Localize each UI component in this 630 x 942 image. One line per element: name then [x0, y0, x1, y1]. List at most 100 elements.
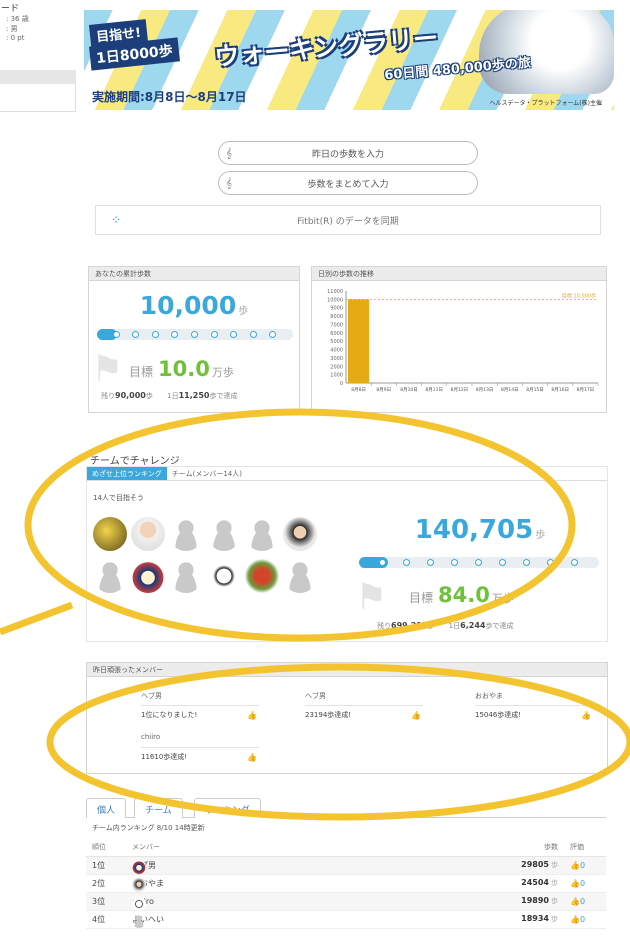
goal-value: 84.0 [438, 583, 490, 607]
banner-period: 実施期間:8月8日〜8月17日 [92, 90, 247, 104]
progress-milestone [379, 559, 386, 566]
table-row: 1位ヘブ男29805歩👍0 [86, 856, 606, 875]
member-cell: ヘブ男 [126, 856, 318, 875]
ranking-caption: チーム内ランキング 8/10 14時更新 [92, 824, 205, 832]
avatar[interactable] [131, 559, 165, 593]
rating-cell[interactable]: 👍0 [564, 874, 606, 893]
daily-steps-chart: 1100010000900080007000600050004000300020… [327, 289, 599, 393]
goal-unit: 万歩 [491, 592, 514, 605]
enter-bulk-steps-button[interactable]: 𝄞 歩数をまとめて入力 [218, 171, 478, 195]
like-count: 0 [579, 878, 586, 888]
steps-cell: 24504 歩 [317, 874, 564, 893]
table-row: 3位chiiro19890歩👍0 [86, 892, 606, 911]
tab-ranking-view[interactable]: ランキング [194, 798, 261, 818]
personal-steps-title: あなたの累計歩数 [89, 267, 299, 281]
steps-unit: 歩 [551, 861, 558, 869]
sidebar-box [0, 84, 76, 112]
personal-progress-bar [97, 329, 293, 340]
like-icon[interactable]: 👍 [247, 711, 257, 720]
avatar[interactable] [169, 559, 203, 593]
walk-icon: 𝄞 [226, 147, 232, 159]
message-text: 11610歩達成! [141, 747, 259, 762]
steps-value: 24504 [521, 878, 549, 887]
personal-steps-panel: あなたの累計歩数 10,000 歩 ⚑ 目標 10.0 万歩 残り90,000歩 1日… [88, 266, 300, 413]
col-steps: 歩数 [317, 838, 564, 857]
flag-icon: ⚑ [91, 349, 124, 390]
rank-cell: 2位 [86, 874, 126, 893]
x-tick-label: 8月16日 [551, 387, 569, 393]
progress-milestone [427, 559, 434, 566]
like-icon[interactable]: 👍 [581, 711, 591, 720]
x-tick-label: 8月15日 [526, 387, 544, 393]
steps-value: 18934 [521, 914, 549, 923]
bar [348, 299, 370, 383]
avatar[interactable] [207, 517, 241, 551]
col-rank: 順位 [86, 838, 126, 857]
like-icon[interactable]: 👍 [247, 753, 257, 762]
avatar[interactable] [107, 691, 135, 719]
personal-steps-total: 10,000 歩 [89, 291, 299, 320]
message-card: chiiro 11610歩達成! 👍 [107, 733, 259, 775]
team-goal: 目標 84.0 万歩 [409, 583, 514, 607]
daily-steps-chart-panel: 日別の歩数の推移 11000 10000 9000 8000 7000 6000 5000 4… [311, 266, 607, 413]
steps-cell: 29805 歩 [317, 856, 564, 875]
y-tick-label: 1000 [330, 373, 343, 379]
avatar[interactable] [169, 517, 203, 551]
avatar[interactable] [93, 559, 127, 593]
member-cell: chiiro [126, 892, 318, 911]
avatar[interactable] [283, 559, 317, 593]
member-messages-panel: 昨日頑張ったメンバー ヘブ男 1位になりました! 👍 ヘブ男 23194歩達成!… [86, 662, 608, 774]
like-icon: 👍 [570, 860, 580, 870]
goal-label: 目標 [129, 365, 154, 379]
tab-team-members[interactable]: チーム(メンバー14人) [167, 467, 247, 480]
avatar[interactable] [207, 559, 241, 593]
progress-milestone [112, 331, 120, 338]
x-tick-label: 8月14日 [501, 387, 519, 393]
avatar[interactable] [441, 691, 469, 719]
avatar[interactable] [245, 559, 279, 593]
avatar[interactable] [132, 877, 146, 892]
like-icon: 👍 [570, 896, 580, 906]
y-tick-label: 5000 [330, 339, 343, 345]
message-author: ヘブ男 [305, 692, 326, 700]
shoe-image [479, 10, 614, 94]
avatar[interactable] [132, 859, 146, 874]
rating-cell[interactable]: 👍0 [564, 856, 606, 875]
like-count: 0 [579, 860, 586, 870]
avatar[interactable] [245, 517, 279, 551]
rank-cell: 4位 [86, 910, 126, 929]
y-tick-label: 11000 [327, 289, 343, 295]
avatar[interactable] [107, 733, 135, 761]
like-icon: 👍 [570, 878, 580, 888]
progress-milestone [571, 559, 578, 566]
progress-milestone [451, 559, 458, 566]
avatar[interactable] [93, 517, 127, 551]
progress-milestone [547, 559, 554, 566]
tab-personal[interactable]: 個人 [86, 798, 127, 818]
tab-ranking[interactable]: めざせ上位ランキング [87, 467, 167, 480]
progress-milestone [475, 559, 482, 566]
table-row: 4位 よいへい 18934 歩 👍0 [86, 910, 606, 929]
avatar[interactable] [271, 691, 299, 719]
avatar[interactable] [283, 517, 317, 551]
tab-team[interactable]: チーム [134, 798, 183, 818]
progress-milestone [191, 331, 198, 338]
fitbit-sync-button[interactable]: ⁘ Fitbit(R) のデータを同期 [95, 205, 601, 235]
profile-sidebar: ード : 36 歳 : 男 : 0 pt [0, 0, 76, 115]
rating-cell[interactable]: 👍0 [564, 892, 606, 911]
rating-cell[interactable]: 👍0 [564, 910, 606, 929]
like-count: 0 [579, 896, 586, 906]
progress-milestone [171, 331, 179, 338]
profile-age: : 36 歳 [6, 15, 29, 23]
enter-yesterday-steps-button[interactable]: 𝄞 昨日の歩数を入力 [218, 141, 478, 165]
x-tick-label: 8月9日 [376, 387, 391, 393]
personal-steps-unit: 歩 [238, 306, 249, 317]
x-tick-label: 8月11日 [425, 387, 443, 393]
avatar[interactable] [131, 517, 165, 551]
member-cell: よいへい [126, 910, 318, 929]
walk-icon: 𝄞 [226, 177, 232, 189]
y-tick-label: 10000 [327, 297, 343, 303]
avatar[interactable] [132, 896, 146, 911]
avatar[interactable] [132, 913, 146, 928]
like-icon[interactable]: 👍 [411, 711, 421, 720]
